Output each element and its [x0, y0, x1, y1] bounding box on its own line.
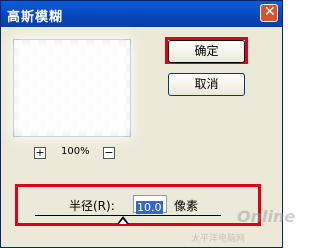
watermark-logo: Online: [237, 207, 296, 226]
minus-icon: −: [104, 146, 114, 159]
radius-value: 10.0: [136, 201, 163, 214]
radius-label: 半径(R):: [69, 199, 115, 213]
zoom-out-button[interactable]: −: [103, 147, 115, 159]
plus-icon: +: [35, 146, 45, 159]
radius-input[interactable]: 10.0: [133, 195, 167, 214]
ok-button[interactable]: 确定: [168, 40, 245, 63]
preview-area[interactable]: [13, 39, 131, 137]
preview-image: [20, 46, 124, 130]
close-button[interactable]: ✕: [260, 4, 278, 22]
radius-slider-thumb-inner: [119, 219, 127, 224]
title-bar[interactable]: 高斯模糊 ✕: [1, 1, 282, 27]
watermark-subtitle: 太平洋电脑网: [191, 234, 246, 244]
zoom-level: 100%: [61, 146, 90, 157]
close-icon: ✕: [264, 4, 276, 20]
zoom-in-button[interactable]: +: [34, 147, 46, 159]
gaussian-blur-dialog: 高斯模糊 ✕ + 100% − 确定 取消 半径(R): 10.0 像素 Onl…: [0, 0, 295, 248]
radius-unit: 像素: [174, 199, 199, 213]
cancel-button[interactable]: 取消: [168, 73, 245, 96]
dialog-title: 高斯模糊: [7, 10, 64, 25]
